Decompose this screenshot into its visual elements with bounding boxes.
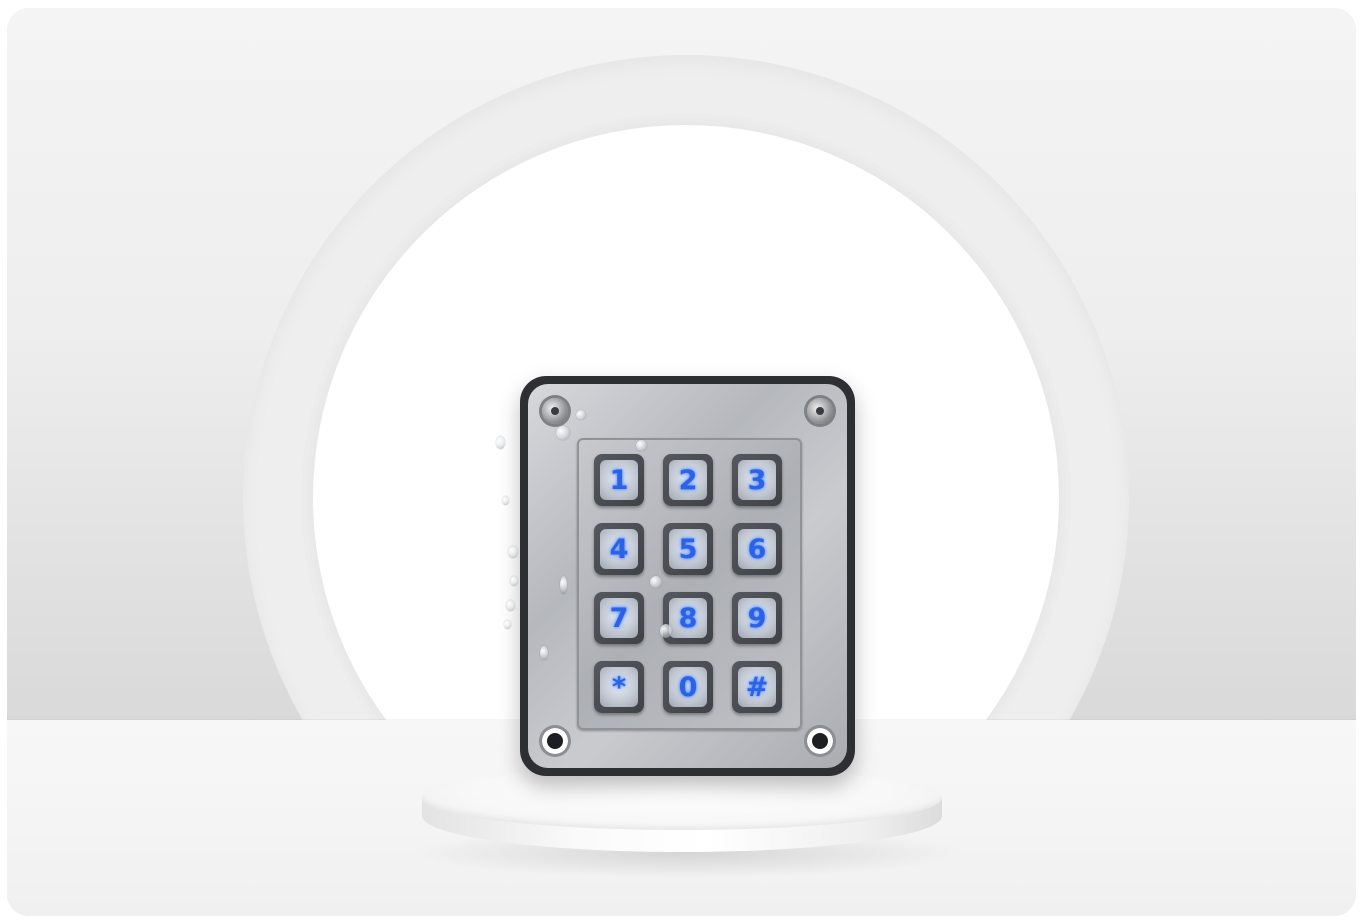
key-hash: # xyxy=(732,661,782,713)
keypad-plate: 1 2 3 4 5 6 7 8 9 * 0 # xyxy=(528,384,847,768)
screw-icon xyxy=(807,398,833,424)
key-label: * xyxy=(600,667,638,707)
water-droplet xyxy=(660,624,672,638)
water-droplet xyxy=(502,496,509,505)
key-7: 7 xyxy=(594,592,644,644)
key-label: 2 xyxy=(669,460,707,500)
screw-icon xyxy=(542,398,568,424)
key-label: 6 xyxy=(738,529,776,569)
mounting-hole-icon xyxy=(542,728,568,754)
key-8: 8 xyxy=(663,592,713,644)
key-6: 6 xyxy=(732,523,782,575)
key-4: 4 xyxy=(594,523,644,575)
mounting-hole-icon xyxy=(807,728,833,754)
key-panel: 1 2 3 4 5 6 7 8 9 * 0 # xyxy=(577,438,802,730)
water-droplet xyxy=(556,426,570,440)
key-0: 0 xyxy=(663,661,713,713)
key-5: 5 xyxy=(663,523,713,575)
key-label: 8 xyxy=(669,598,707,638)
water-droplet xyxy=(510,576,518,586)
water-droplet xyxy=(506,600,515,611)
key-label: 9 xyxy=(738,598,776,638)
key-label: 4 xyxy=(600,529,638,569)
key-grid: 1 2 3 4 5 6 7 8 9 * 0 # xyxy=(594,454,782,713)
water-droplet xyxy=(504,620,511,629)
keypad-image: 1 2 3 4 5 6 7 8 9 * 0 # xyxy=(496,376,855,776)
key-star: * xyxy=(594,661,644,713)
water-droplet xyxy=(636,440,647,451)
key-label: 1 xyxy=(600,460,638,500)
key-2: 2 xyxy=(663,454,713,506)
water-droplet xyxy=(508,546,518,558)
key-label: # xyxy=(738,667,776,707)
key-label: 5 xyxy=(669,529,707,569)
key-9: 9 xyxy=(732,592,782,644)
water-droplet xyxy=(540,646,548,660)
key-label: 7 xyxy=(600,598,638,638)
water-droplet xyxy=(496,436,505,449)
water-droplet xyxy=(560,576,567,594)
water-droplet xyxy=(650,576,662,588)
product-scene: 1 2 3 4 5 6 7 8 9 * 0 # xyxy=(7,8,1356,916)
key-3: 3 xyxy=(732,454,782,506)
water-droplet xyxy=(576,410,586,420)
key-1: 1 xyxy=(594,454,644,506)
key-label: 0 xyxy=(669,667,707,707)
key-label: 3 xyxy=(738,460,776,500)
